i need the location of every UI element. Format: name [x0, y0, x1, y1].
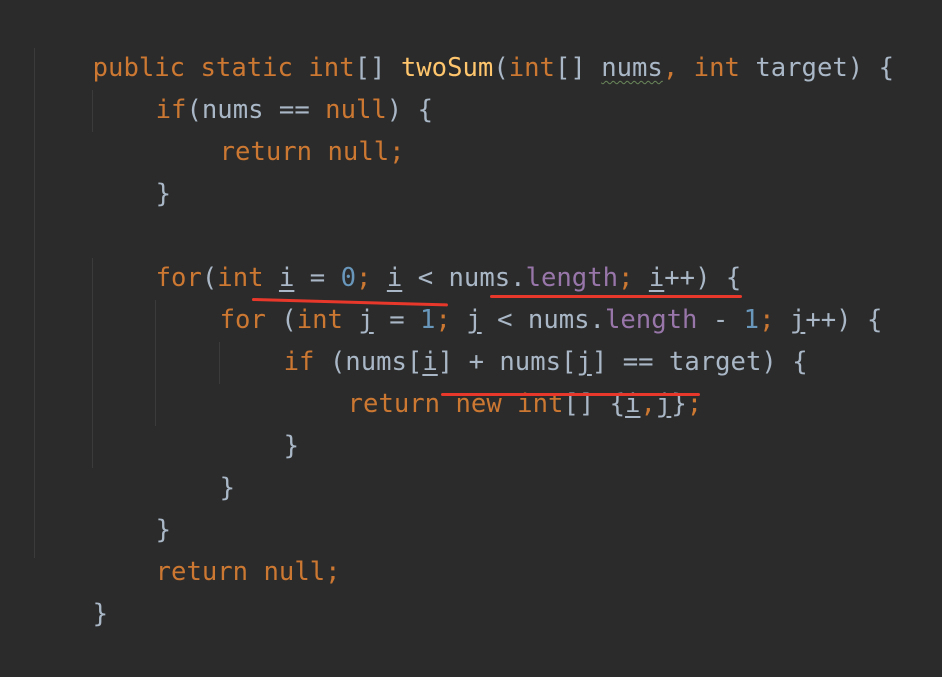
keyword: return — [155, 557, 249, 587]
code-line-7[interactable]: if (nums[i] + nums[j] == target) { — [222, 299, 808, 377]
keyword: return — [219, 137, 313, 167]
code-line-8[interactable]: return new int[] {i,j}; — [286, 341, 703, 419]
code-line-9[interactable]: } — [222, 383, 299, 461]
indent-guide — [155, 300, 156, 426]
code-line-13[interactable]: } — [31, 551, 108, 629]
param-warning[interactable]: nums — [601, 53, 663, 83]
code-line-12[interactable]: return null; — [94, 509, 341, 587]
indent-guide — [92, 90, 93, 132]
code-line-3[interactable]: return null; — [158, 89, 405, 167]
red-underline-mark — [441, 393, 700, 396]
indent-guide — [92, 258, 93, 468]
code-line-6[interactable]: for (int j = 1; j < nums.length - 1; j++… — [158, 257, 883, 335]
keyword: return — [347, 389, 441, 419]
keyword: null — [327, 137, 390, 167]
code-line-4[interactable]: } — [94, 131, 171, 209]
red-underline-mark — [490, 295, 742, 298]
code-line-2[interactable]: if(nums == null) { — [94, 47, 433, 125]
code-editor[interactable]: public static int[] twoSum(int[] nums, i… — [0, 0, 942, 629]
indent-guide — [219, 342, 220, 384]
keyword: int — [508, 53, 555, 83]
code-line-1[interactable]: public static int[] twoSum(int[] nums, i… — [31, 5, 894, 83]
code-line-11[interactable]: } — [94, 467, 171, 545]
keyword: int — [693, 53, 740, 83]
code-line-5[interactable]: for(int i = 0; i < nums.length; i++) { — [94, 215, 742, 293]
keyword: null — [263, 557, 326, 587]
code-line-10[interactable]: } — [158, 425, 235, 503]
